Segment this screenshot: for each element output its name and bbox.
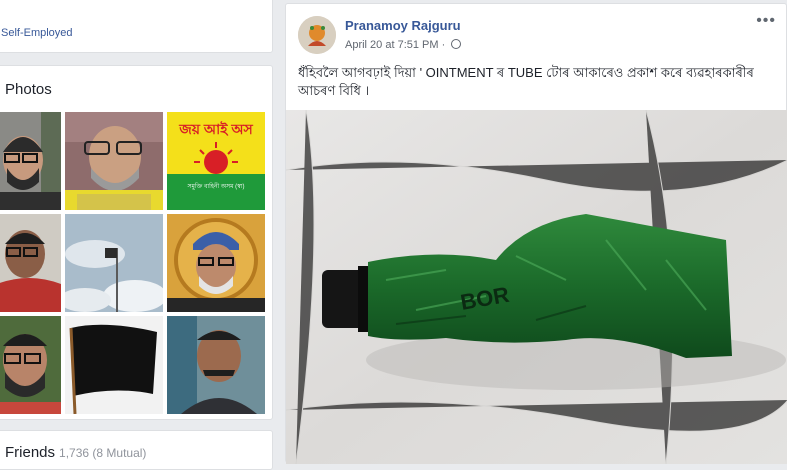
post-meta: April 20 at 7:51 PM · (345, 39, 462, 51)
person-photo-icon (65, 112, 163, 210)
photo-thumbnail[interactable] (0, 112, 61, 210)
work-link[interactable]: Self-Employed (1, 27, 73, 39)
intro-card: Self-Employed (0, 0, 273, 53)
flag-banner-subtext: সমুক্তি বাহিনী অসম (স্বা) (187, 182, 245, 190)
flag-sky-photo-icon (65, 214, 163, 312)
person-photo-icon (167, 316, 265, 414)
post-timestamp[interactable]: April 20 at 7:51 PM (345, 39, 439, 51)
friends-count: 1,736 (8 Mutual) (59, 446, 147, 460)
photo-thumbnail[interactable] (65, 316, 163, 414)
more-options-icon[interactable]: ••• (756, 12, 776, 30)
person-photo-icon (0, 214, 61, 312)
flag-banner-text: জয় আই অস (178, 120, 253, 137)
photo-thumbnail[interactable] (0, 316, 61, 414)
globe-icon (451, 39, 462, 49)
black-flag-icon (65, 316, 163, 414)
photo-thumbnail[interactable] (65, 214, 163, 312)
post-image[interactable]: BOR (286, 110, 787, 464)
photo-thumbnail[interactable] (65, 112, 163, 210)
post-text: ধঁহিবলৈ আগবঢ়াই দিয়া ' OINTMENT ৰ TUBE … (298, 65, 754, 98)
author-avatar[interactable] (298, 16, 336, 54)
photos-card: Photos জয় আই অস সমুক্তি বাহিনী অসম (স্ব… (0, 65, 273, 420)
photos-title[interactable]: Photos (5, 81, 52, 98)
person-photo-icon (167, 214, 265, 312)
photo-thumbnail[interactable] (167, 214, 265, 312)
photo-thumbnail[interactable] (167, 316, 265, 414)
post-card: Pranamoy Rajguru April 20 at 7:51 PM · •… (285, 3, 787, 464)
person-photo-icon (0, 112, 61, 210)
flag-banner-icon: জয় আই অস সমুক্তি বাহিনী অসম (স্বা) (167, 112, 265, 210)
avatar-icon (298, 16, 336, 54)
photo-thumbnail[interactable] (0, 214, 61, 312)
person-photo-icon (0, 316, 61, 414)
friends-card: Friends 1,736 (8 Mutual) (0, 430, 273, 470)
photo-thumbnail[interactable]: জয় আই অস সমুক্তি বাহিনী অসম (স্বা) (167, 112, 265, 210)
post-author[interactable]: Pranamoy Rajguru (345, 18, 461, 33)
